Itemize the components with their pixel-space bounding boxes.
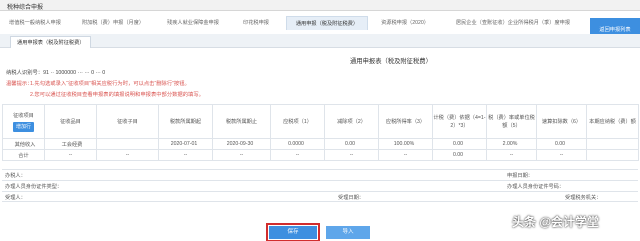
header-sub-item: 征收品目 <box>44 104 97 139</box>
header-basis: 计税（费）依据（4=1-2）*3） <box>432 104 487 139</box>
row-sub-sub-item[interactable] <box>96 138 159 150</box>
window-titlebar: 税种综合申报 <box>0 0 640 11</box>
import-button[interactable]: 导入 <box>326 226 370 239</box>
header-period-start: 税款所属期起 <box>158 104 213 139</box>
row-period-end[interactable]: 2020-09-30 <box>212 138 271 150</box>
total-period-start: -- <box>158 149 213 161</box>
header-deduction: 减除项（2） <box>324 104 379 139</box>
table-header-row: 征收项目 增加行 征收品目 征收子目 税款所属期起 税款所属期止 应税项（1） … <box>2 104 639 139</box>
total-rate: -- <box>486 149 537 161</box>
receiver-line: 受理人： 受理日期： 受理税务机关： <box>2 191 638 202</box>
table-total-row: 合计 -- -- -- -- -- -- -- 0.00 -- -- <box>2 149 639 161</box>
subtab-general-form[interactable]: 通用申报表（税及附征税费） <box>10 36 92 48</box>
agent-id-type-label: 办理人员身份证件类型： <box>5 184 63 190</box>
window-title: 税种综合申报 <box>7 5 44 11</box>
total-period-end: -- <box>212 149 271 161</box>
agent-id-line: 办理人员身份证件类型： 办理人员身份证件号码： <box>2 180 638 191</box>
header-taxable: 应税项（1） <box>270 104 325 139</box>
agent-id-no-label: 办理人员身份证件号码： <box>507 184 565 190</box>
row-rate: 2.00% <box>486 138 537 150</box>
row-quick-deduction: 0.00 <box>536 138 587 150</box>
header-income-rate: 应税所得率（3） <box>378 104 433 139</box>
row-payable <box>586 138 639 150</box>
total-deduction: -- <box>324 149 379 161</box>
form-title: 通用申报表（税及附征税费） <box>350 58 432 65</box>
total-sub-item: -- <box>44 149 97 161</box>
total-sub-sub-item: -- <box>96 149 159 161</box>
save-button[interactable]: 保存 <box>266 223 320 241</box>
tab-general-declaration[interactable]: 通用申报（税及附征税费） <box>286 16 368 30</box>
total-income-rate: -- <box>378 149 433 161</box>
total-payable <box>586 149 639 161</box>
row-taxable[interactable]: 0.0000 <box>270 138 325 150</box>
row-basis: 0.00 <box>432 138 487 150</box>
receiver-label: 受理人： <box>5 195 26 201</box>
total-quick-deduction: -- <box>536 149 587 161</box>
header-item-label: 征收项目 <box>13 112 34 119</box>
tab-stamp-tax[interactable]: 印花税申报 <box>236 16 276 30</box>
total-item: 合计 <box>2 149 45 161</box>
add-row-button[interactable]: 增加行 <box>12 121 34 132</box>
receive-org-label: 受理税务机关： <box>565 195 602 201</box>
agent-label: 办税人： <box>5 173 26 179</box>
taxpayer-id-line: 纳税人识别号：91 ·· 1000000 ··· ··· 0 ··· 0 <box>6 68 105 76</box>
taxpayer-id-label: 纳税人识别号： <box>6 70 44 76</box>
notice-label: 温馨提示： <box>6 81 33 87</box>
row-income-rate: 100.00% <box>378 138 433 150</box>
table-row: 其他收入 工会经费 2020-07-01 2020-09-30 0.0000 0… <box>2 138 639 150</box>
tax-tab-bar: 增值税一般纳税人申报 附加税（费）申报（月度） 残疾人就业保障金申报 印花税申报… <box>0 13 640 42</box>
total-taxable: -- <box>270 149 325 161</box>
notice-line-2: 2.您可以通过征收税目查看申报表的填报说明和申报表中部分数据的填写。 <box>30 92 204 98</box>
tab-vat-general[interactable]: 增值税一般纳税人申报 <box>6 16 64 30</box>
row-sub-item[interactable]: 工会经费 <box>44 138 97 150</box>
header-period-end: 税款所属期止 <box>212 104 271 139</box>
tab-enterprise-income-tax[interactable]: 居民企业（查账征收）企业所得税月（季）度申报 <box>442 16 584 30</box>
row-item[interactable]: 其他收入 <box>2 138 45 150</box>
agent-info-line: 办税人： 申报日期： <box>2 169 638 180</box>
tab-disability-fund[interactable]: 残疾人就业保障金申报 <box>160 16 226 30</box>
watermark: 头条 @会计学堂 <box>512 215 600 229</box>
tab-surcharge-monthly[interactable]: 附加税（费）申报（月度） <box>78 16 148 30</box>
declare-date-label: 申报日期： <box>507 173 533 179</box>
header-rate: 税（费）率或单位税额（5） <box>486 104 537 139</box>
header-sub-sub-item: 征收子目 <box>96 104 159 139</box>
header-payable: 本期应纳税（费）额 <box>586 104 639 139</box>
header-quick-deduction: 速算扣除数（6） <box>536 104 587 139</box>
total-basis: 0.00 <box>432 149 487 161</box>
header-item: 征收项目 增加行 <box>2 104 45 139</box>
row-period-start[interactable]: 2020-07-01 <box>158 138 213 150</box>
tab-resource-tax[interactable]: 资源税申报（2020） <box>372 16 438 30</box>
taxpayer-id-value: 91 ·· 1000000 ··· ··· 0 ··· 0 <box>43 70 106 76</box>
notice-line-1: 1.先勾选或录入“征收项目”相关应税行为时，可以点击“删除行”按钮。 <box>30 81 190 87</box>
receive-date-label: 受理日期： <box>338 195 364 201</box>
row-deduction[interactable]: 0.00 <box>324 138 379 150</box>
subtab-bar: 通用申报表（税及附征税费） <box>0 34 640 48</box>
declaration-table: 征收项目 增加行 征收品目 征收子目 税款所属期起 税款所属期止 应税项（1） … <box>2 104 639 161</box>
